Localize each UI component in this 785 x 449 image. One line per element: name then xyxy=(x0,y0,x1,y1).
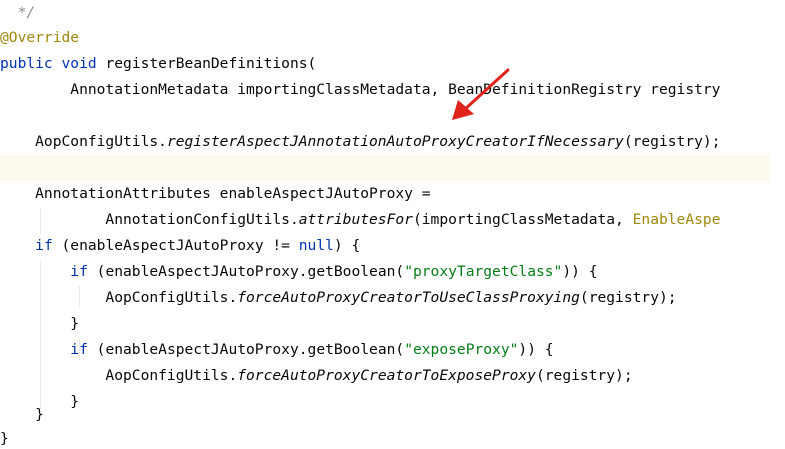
string-literal: "exposeProxy" xyxy=(404,341,519,358)
code-line-1[interactable]: */ xyxy=(0,0,785,26)
code-suffix: (registry); xyxy=(623,133,721,150)
code-line-10[interactable]: if (enableAspectJAutoProxy.getBoolean("p… xyxy=(0,259,785,285)
keyword-void: void xyxy=(61,55,97,72)
closing-brace: } xyxy=(0,430,9,447)
variable-declaration: AnnotationAttributes enableAspectJAutoPr… xyxy=(0,185,431,202)
override-annotation: @Override xyxy=(0,29,80,46)
code-line-7[interactable]: AnnotationAttributes enableAspectJAutoPr… xyxy=(0,181,785,207)
code-suffix: (registry); xyxy=(579,289,677,306)
code-line-13[interactable]: if (enableAspectJAutoProxy.getBoolean("e… xyxy=(0,337,785,363)
static-method-call: registerAspectJAnnotationAutoProxyCreato… xyxy=(166,133,624,150)
code-line-5[interactable]: AopConfigUtils.registerAspectJAnnotation… xyxy=(0,129,785,155)
method-signature: registerBeanDefinitions( xyxy=(96,55,317,72)
method-parameters: AnnotationMetadata importingClassMetadat… xyxy=(0,81,721,98)
code-line-16[interactable]: } xyxy=(0,402,785,428)
keyword-public: public xyxy=(0,55,53,72)
code-prefix: AopConfigUtils. xyxy=(0,133,167,150)
closing-brace: } xyxy=(0,406,44,423)
code-line-11[interactable]: AopConfigUtils.forceAutoProxyCreatorToUs… xyxy=(0,285,785,311)
code-editor[interactable]: */ @Override public void registerBeanDef… xyxy=(0,0,785,449)
static-method-call: forceAutoProxyCreatorToUseClassProxying xyxy=(237,289,580,306)
static-method-call: forceAutoProxyCreatorToExposeProxy xyxy=(237,367,536,384)
comment-end: */ xyxy=(17,4,36,21)
code-line-9[interactable]: if (enableAspectJAutoProxy != null) { xyxy=(0,233,785,259)
code-line-17[interactable]: } xyxy=(0,428,785,449)
method-arguments: (importingClassMetadata, xyxy=(412,211,633,228)
closing-brace: } xyxy=(0,315,80,332)
static-method-call: attributesFor xyxy=(298,211,413,228)
code-prefix: AopConfigUtils. xyxy=(0,367,238,384)
code-line-12[interactable]: } xyxy=(0,311,785,337)
current-line-highlight[interactable] xyxy=(0,155,770,181)
annotation-class-ref: EnableAspe xyxy=(632,211,721,228)
code-prefix: AnnotationConfigUtils. xyxy=(0,211,299,228)
code-line-8[interactable]: AnnotationConfigUtils.attributesFor(impo… xyxy=(0,207,785,233)
code-line-14[interactable]: AopConfigUtils.forceAutoProxyCreatorToEx… xyxy=(0,363,785,389)
code-suffix: (registry); xyxy=(535,367,633,384)
keyword-if: if xyxy=(70,263,88,280)
arrow-head xyxy=(452,100,474,120)
code-line-4[interactable]: AnnotationMetadata importingClassMetadat… xyxy=(0,77,785,103)
string-literal: "proxyTargetClass" xyxy=(404,263,563,280)
condition-open: (enableAspectJAutoProxy.getBoolean( xyxy=(87,341,405,358)
condition-close: ) { xyxy=(333,237,361,254)
condition-open: (enableAspectJAutoProxy.getBoolean( xyxy=(87,263,405,280)
code-line-2[interactable]: @Override xyxy=(0,25,785,51)
code-line-3[interactable]: public void registerBeanDefinitions( xyxy=(0,51,785,77)
condition-close: )) { xyxy=(562,263,598,280)
keyword-if: if xyxy=(35,237,53,254)
keyword-if: if xyxy=(70,341,88,358)
condition-close: )) { xyxy=(518,341,554,358)
keyword-null: null xyxy=(298,237,334,254)
condition-open: (enableAspectJAutoProxy != xyxy=(52,237,299,254)
code-prefix: AopConfigUtils. xyxy=(0,289,238,306)
